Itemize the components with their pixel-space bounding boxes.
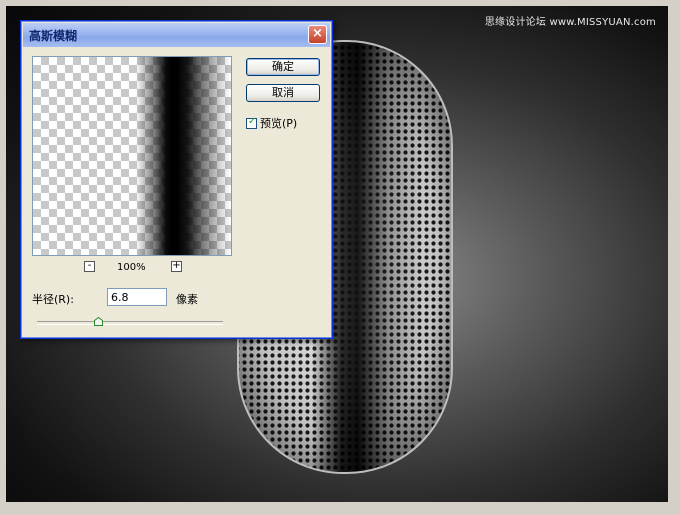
radius-slider-track[interactable] xyxy=(37,321,223,325)
zoom-out-button[interactable]: - xyxy=(84,261,95,272)
close-icon: × xyxy=(312,26,323,41)
gaussian-blur-dialog: 高斯模糊 × - 100% + 确定 取消 ✓ 预览(P) 半径(R): 像素 xyxy=(20,20,333,339)
radius-label: 半径(R): xyxy=(32,293,74,306)
preview-label: 预览(P) xyxy=(260,117,298,130)
zoom-level: 100% xyxy=(117,262,146,273)
ok-button[interactable]: 确定 xyxy=(246,58,320,76)
dialog-title: 高斯模糊 xyxy=(29,29,78,43)
preview-checkbox-row[interactable]: ✓ 预览(P) xyxy=(246,115,297,131)
cancel-button[interactable]: 取消 xyxy=(246,84,320,102)
checkmark-icon: ✓ xyxy=(248,115,257,127)
unit-label: 像素 xyxy=(176,293,198,306)
radius-input[interactable] xyxy=(107,288,167,306)
slider-thumb-icon[interactable] xyxy=(94,317,104,326)
close-button[interactable]: × xyxy=(308,25,327,44)
preview-checkbox[interactable]: ✓ xyxy=(246,115,257,129)
dialog-titlebar[interactable]: 高斯模糊 × xyxy=(23,23,330,47)
watermark: 思缘设计论坛 www.MISSYUAN.com xyxy=(484,17,656,28)
preview-blurred-band xyxy=(33,57,231,255)
zoom-in-button[interactable]: + xyxy=(171,261,182,272)
blur-preview[interactable] xyxy=(32,56,232,256)
